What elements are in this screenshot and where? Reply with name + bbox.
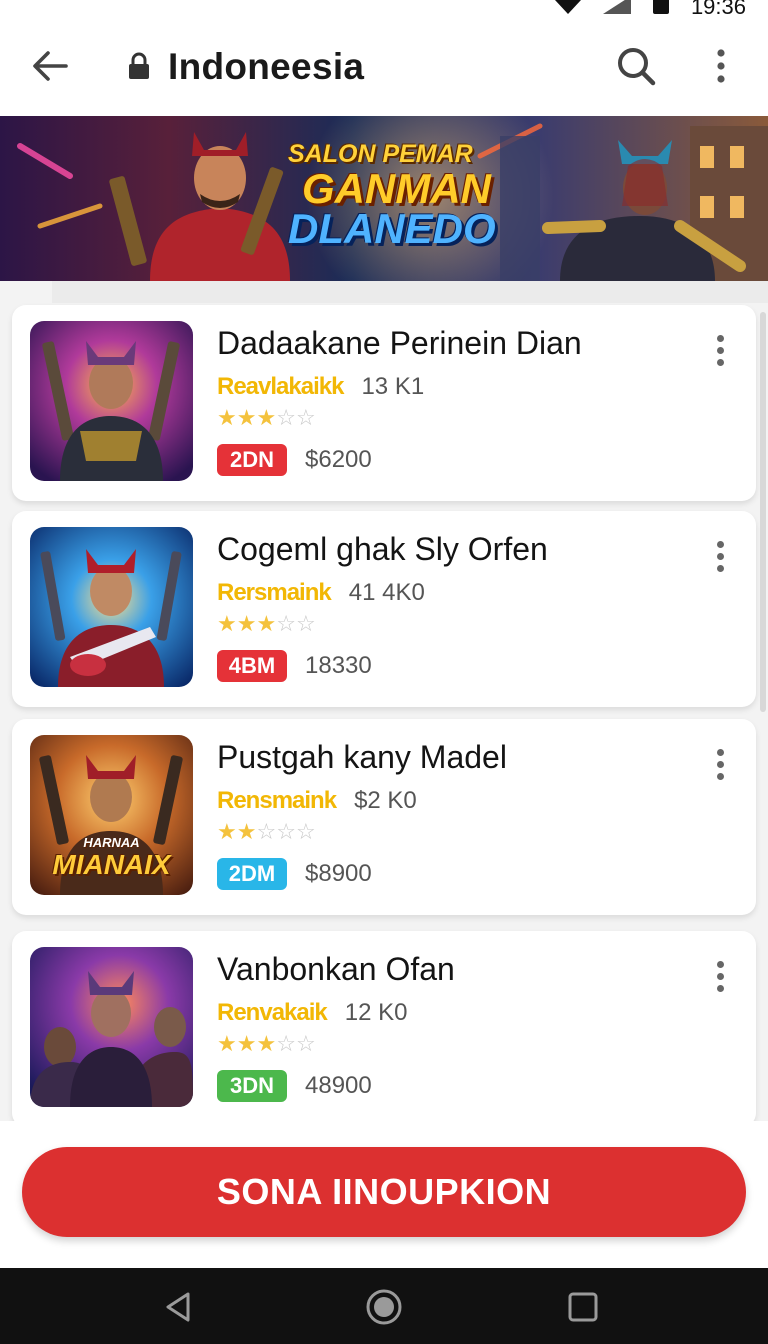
badge-row: 3DN 48900: [217, 1070, 372, 1102]
star-empty-icon: ☆: [295, 819, 316, 844]
star-filled-icon: ★: [236, 819, 257, 844]
lock-icon: [128, 52, 150, 80]
developer-row: Reavlakaikk 13 K1: [217, 373, 424, 401]
developer-name: Rersmaink: [217, 579, 332, 606]
star-filled-icon: ★: [256, 1031, 277, 1056]
price-label: 18330: [305, 652, 372, 679]
rating-stars: ★★★☆☆: [217, 611, 316, 637]
developer-row: Renvakaik 12 K0: [217, 999, 407, 1027]
badge-row: 4BM 18330: [217, 650, 372, 682]
star-filled-icon: ★: [217, 1031, 237, 1056]
rating-stars: ★★★☆☆: [217, 1031, 316, 1057]
game-thumbnail: [30, 321, 193, 481]
game-title: Pustgah kany Madel: [217, 739, 507, 775]
banner-line3: DLANEDO: [288, 205, 496, 252]
star-empty-icon: ☆: [276, 819, 296, 844]
star-empty-icon: ☆: [295, 405, 316, 430]
back-triangle-icon[interactable]: [158, 1286, 200, 1328]
star-empty-icon: ☆: [276, 405, 296, 430]
primary-cta-button[interactable]: SONA IINOUPKION: [22, 1147, 746, 1237]
game-thumbnail: [30, 947, 193, 1107]
size-badge: 2DM: [217, 858, 287, 890]
size-badge: 4BM: [217, 650, 287, 682]
status-bar: 19:36: [0, 0, 768, 22]
list-item[interactable]: Vanbonkan Ofan Renvakaik 12 K0 ★★★☆☆ 3DN…: [12, 931, 756, 1127]
star-empty-icon: ☆: [276, 1031, 296, 1056]
page-title: Indoneesia: [168, 46, 365, 87]
download-count: $2 K0: [354, 787, 417, 814]
game-thumbnail: [30, 527, 193, 687]
list-item[interactable]: Dadaakane Perinein Dian Reavlakaikk 13 K…: [12, 305, 756, 501]
star-filled-icon: ★: [217, 405, 237, 430]
size-badge: 2DN: [217, 444, 287, 476]
developer-name: Rensmaink: [217, 787, 337, 814]
star-empty-icon: ☆: [295, 1031, 316, 1056]
size-badge: 3DN: [217, 1070, 287, 1102]
game-title: Dadaakane Perinein Dian: [217, 325, 582, 361]
list-top-strip: [52, 281, 768, 303]
banner-title: SALON PEMAR GANMAN DLANEDO: [288, 140, 496, 252]
download-count: 12 K0: [344, 999, 408, 1026]
star-filled-icon: ★: [217, 611, 237, 636]
thumbnail-caption-top: HARNAA: [83, 835, 140, 850]
badge-row: 2DN $6200: [217, 444, 372, 476]
back-arrow-icon[interactable]: [28, 44, 72, 88]
banner-line2: GANMAN: [302, 165, 491, 212]
card-overflow-icon[interactable]: [708, 749, 732, 789]
recents-square-icon[interactable]: [562, 1286, 604, 1328]
scrollbar[interactable]: [760, 312, 766, 712]
game-title: Vanbonkan Ofan: [217, 951, 455, 987]
price-label: 48900: [305, 1072, 372, 1099]
game-list: Dadaakane Perinein Dian Reavlakaikk 13 K…: [0, 281, 768, 1127]
star-empty-icon: ☆: [276, 611, 296, 636]
price-label: $6200: [305, 446, 372, 473]
download-count: 41 4K0: [348, 579, 425, 606]
cta-label: SONA IINOUPKION: [216, 1171, 552, 1212]
star-filled-icon: ★: [217, 819, 237, 844]
download-count: 13 K1: [361, 373, 425, 400]
overflow-menu-icon[interactable]: [704, 44, 738, 88]
star-filled-icon: ★: [236, 611, 257, 636]
list-item[interactable]: Cogeml ghak Sly Orfen Rersmaink 41 4K0 ★…: [12, 511, 756, 707]
star-filled-icon: ★: [236, 405, 257, 430]
app-bar: Indoneesia: [0, 22, 768, 116]
search-icon[interactable]: [614, 44, 658, 88]
card-overflow-icon[interactable]: [708, 541, 732, 581]
list-item[interactable]: HARNAA MIANAIX Pustgah kany Madel Rensma…: [12, 719, 756, 915]
game-thumbnail: HARNAA MIANAIX: [30, 735, 193, 895]
rating-stars: ★★★☆☆: [217, 405, 316, 431]
card-overflow-icon[interactable]: [708, 961, 732, 1001]
developer-name: Renvakaik: [217, 999, 328, 1026]
system-nav-bar: [0, 1268, 768, 1344]
badge-row: 2DM $8900: [217, 858, 372, 890]
card-overflow-icon[interactable]: [708, 335, 732, 375]
rating-stars: ★★☆☆☆: [217, 819, 316, 845]
star-filled-icon: ★: [236, 1031, 257, 1056]
star-filled-icon: ★: [256, 405, 277, 430]
developer-row: Rersmaink 41 4K0: [217, 579, 425, 607]
star-empty-icon: ☆: [295, 611, 316, 636]
battery-icon: [652, 0, 669, 14]
status-time: 19:36: [690, 0, 746, 19]
star-empty-icon: ☆: [256, 819, 277, 844]
thumbnail-caption: MIANAIX: [52, 849, 171, 880]
developer-row: Rensmaink $2 K0: [217, 787, 417, 815]
promo-banner[interactable]: SALON PEMAR GANMAN DLANEDO: [0, 116, 768, 281]
cta-area: SONA IINOUPKION: [0, 1121, 768, 1268]
home-circle-icon[interactable]: [363, 1286, 405, 1328]
star-filled-icon: ★: [256, 611, 277, 636]
game-title: Cogeml ghak Sly Orfen: [217, 531, 548, 567]
signal-icon: [602, 0, 631, 14]
developer-name: Reavlakaikk: [217, 373, 344, 400]
wifi-icon: [554, 0, 581, 14]
price-label: $8900: [305, 860, 372, 887]
